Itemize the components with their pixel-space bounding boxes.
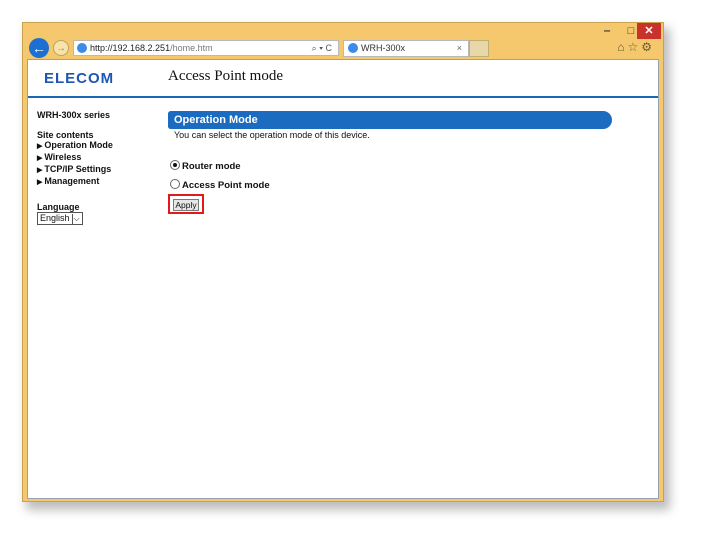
site-menu: ▶ Operation Mode ▶ Wireless ▶ TCP/IP Settin… [37, 140, 157, 188]
site-contents-heading: Site contents [37, 130, 94, 140]
page-title: Access Point mode [168, 68, 283, 84]
address-path: /home.htm [170, 43, 213, 53]
triangle-right-icon: ▶ [37, 143, 43, 150]
new-tab-button[interactable] [469, 40, 489, 57]
sidebar-item-label: TCP/IP Settings [44, 164, 112, 174]
sidebar-item-label: Management [44, 176, 100, 186]
sidebar: WRH-300x series Site contents ▶ Operation… [37, 110, 157, 225]
back-arrow-icon[interactable]: ← [29, 38, 49, 58]
tab-title: WRH-300x [361, 43, 406, 53]
radio-selected-icon[interactable] [170, 160, 180, 170]
language-label: Language [37, 202, 80, 212]
ie-logo-icon [348, 43, 358, 53]
sidebar-item-tcpip-settings[interactable]: ▶ TCP/IP Settings [37, 164, 157, 176]
language-value: English [40, 213, 70, 223]
apply-button[interactable]: Apply [173, 199, 199, 211]
chevron-down-icon: ⌵ [71, 214, 80, 224]
sidebar-item-management[interactable]: ▶ Management [37, 176, 157, 188]
radio-unselected-icon[interactable] [170, 179, 180, 189]
sidebar-item-label: Wireless [44, 152, 82, 162]
router-mode-option[interactable]: Router mode [170, 160, 241, 172]
triangle-right-icon: ▶ [37, 167, 43, 174]
page-content: ELECOM Access Point mode WRH-300x series… [27, 59, 659, 499]
triangle-right-icon: ▶ [37, 179, 43, 186]
section-header: Operation Mode [168, 111, 612, 129]
browser-window: ‒ □ ✕ ← → http://192.168.2.251/home.htm … [22, 22, 664, 502]
apply-highlight-box: Apply [168, 194, 204, 214]
ie-logo-icon [77, 43, 87, 53]
section-description: You can select the operation mode of thi… [174, 130, 370, 140]
language-select[interactable]: English ⌵ [37, 212, 83, 225]
sidebar-item-wireless[interactable]: ▶ Wireless [37, 152, 157, 164]
address-tools-icon[interactable]: ⌕ ▾ C [312, 41, 332, 55]
sidebar-item-label: Operation Mode [44, 140, 113, 150]
sidebar-item-operation-mode[interactable]: ▶ Operation Mode [37, 140, 157, 152]
tab-close-icon[interactable]: × [457, 41, 462, 56]
access-point-mode-option[interactable]: Access Point mode [170, 179, 270, 191]
address-bar[interactable]: http://192.168.2.251/home.htm ⌕ ▾ C [73, 40, 339, 56]
elecom-logo: ELECOM [44, 70, 115, 87]
forward-arrow-icon[interactable]: → [53, 40, 69, 56]
triangle-right-icon: ▶ [37, 155, 43, 162]
access-point-mode-label: Access Point mode [182, 180, 270, 191]
home-favorites-settings-icons[interactable]: ⌂☆⚙ [617, 40, 655, 54]
model-name: WRH-300x series [37, 110, 111, 120]
header-divider [28, 96, 658, 98]
router-mode-label: Router mode [182, 161, 241, 172]
browser-toolbar: ← → http://192.168.2.251/home.htm ⌕ ▾ C … [23, 37, 663, 59]
address-host: http://192.168.2.251 [90, 43, 171, 53]
tab-wrh-300x[interactable]: WRH-300x × [343, 40, 469, 57]
